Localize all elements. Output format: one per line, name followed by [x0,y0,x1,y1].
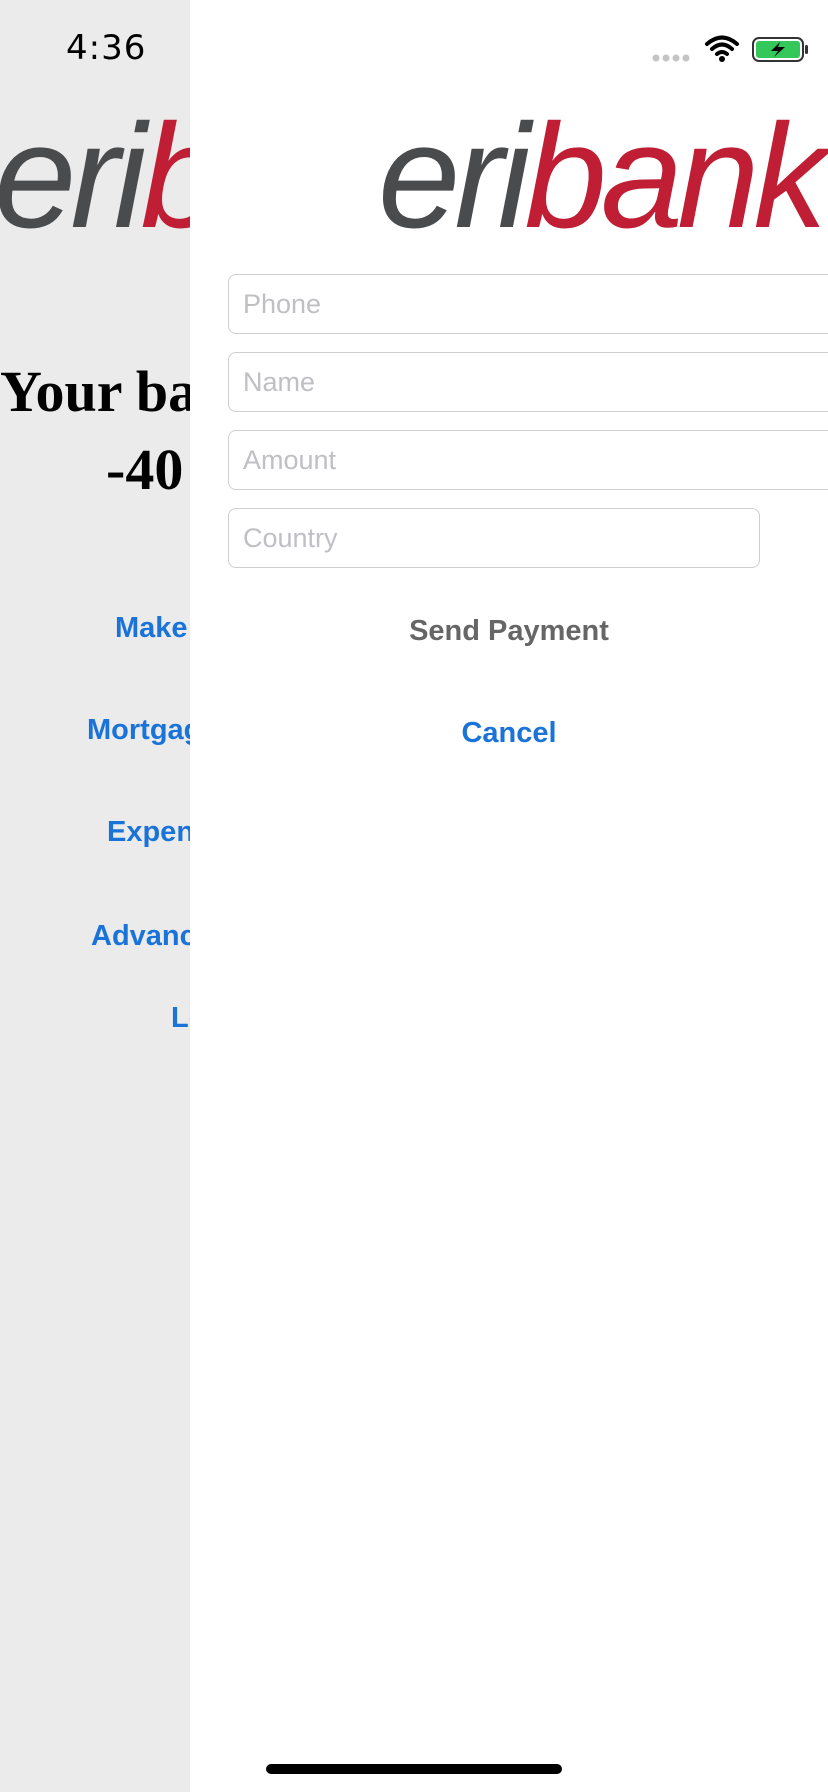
amount-field [228,430,828,490]
send-payment-button[interactable]: Send Payment [190,614,828,649]
status-time: 4:36 [66,28,147,68]
battery-icon [752,37,808,62]
wifi-icon [705,35,739,62]
name-input[interactable] [229,353,828,411]
background-logo-eri: eri [0,94,147,259]
phone-field [228,274,828,334]
home-indicator [266,1764,562,1774]
country-input[interactable] [229,509,759,567]
cellular-signal-icon [652,54,690,62]
status-icons [652,35,808,62]
balance-value: -40 [106,437,184,502]
name-field [228,352,828,412]
country-field [228,508,760,568]
payment-sheet: eribank Send Payment Cancel [190,0,828,1792]
logo-bank: bank [524,94,827,259]
phone-input[interactable] [229,275,828,333]
amount-input[interactable] [229,431,828,489]
logo-eri: eri [378,94,531,259]
eribank-logo: eribank [378,92,827,262]
cancel-button[interactable]: Cancel [190,716,828,751]
